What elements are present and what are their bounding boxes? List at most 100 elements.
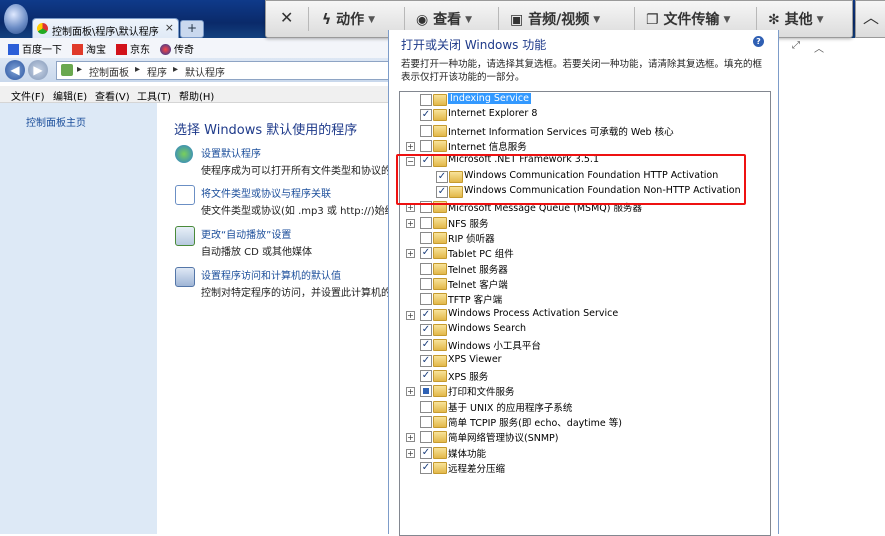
folder-icon bbox=[433, 94, 447, 106]
folder-icon bbox=[433, 262, 447, 275]
chevron-down-icon: ▼ bbox=[465, 15, 473, 25]
expand-icon[interactable]: + bbox=[406, 249, 415, 259]
menu-view[interactable]: 查看(V) bbox=[95, 88, 130, 103]
folder-icon bbox=[433, 216, 447, 229]
feature-checkbox[interactable] bbox=[420, 385, 432, 398]
chevron-up-icon[interactable]: ︿ bbox=[814, 40, 824, 55]
feature-label: XPS 服务 bbox=[448, 371, 489, 383]
dialog-title: 打开或关闭 Windows 功能 bbox=[401, 38, 547, 52]
feature-checkbox[interactable] bbox=[420, 216, 432, 229]
autoplay-settings-link[interactable]: 更改“自动播放”设置 bbox=[201, 226, 291, 241]
toolbar-actions-button[interactable]: ϟ 动作 ▼ bbox=[322, 9, 375, 29]
feature-checkbox[interactable] bbox=[420, 293, 432, 306]
folder-icon bbox=[433, 277, 447, 290]
feature-label: NFS 服务 bbox=[448, 218, 489, 230]
browser-logo-icon[interactable] bbox=[4, 4, 28, 34]
feature-checkbox[interactable]: ✓ bbox=[420, 247, 432, 260]
folder-icon bbox=[433, 369, 447, 382]
menu-help[interactable]: 帮助(H) bbox=[179, 88, 214, 103]
gear-icon: ✻ bbox=[768, 12, 785, 28]
feature-checkbox[interactable] bbox=[420, 124, 432, 137]
feature-label: XPS Viewer bbox=[448, 353, 502, 365]
feature-checkbox[interactable]: ✓ bbox=[420, 446, 432, 459]
chat-icon: ▣ bbox=[510, 12, 529, 28]
folder-icon bbox=[433, 354, 447, 367]
feature-label: 简单网络管理协议(SNMP) bbox=[448, 433, 559, 445]
expand-icon[interactable]: + bbox=[406, 448, 415, 458]
feature-checkbox[interactable] bbox=[420, 231, 432, 244]
set-default-programs-link[interactable]: 设置默认程序 bbox=[201, 145, 261, 160]
feature-label: Windows Process Activation Service bbox=[448, 307, 619, 319]
back-arrow-icon[interactable]: ◀ bbox=[5, 60, 25, 80]
feature-checkbox[interactable] bbox=[420, 415, 432, 428]
dialog-description: 若要打开一种功能，请选择其复选框。若要关闭一种功能，请清除其复选框。填充的框表示… bbox=[401, 59, 763, 83]
file-association-link[interactable]: 将文件类型或协议与程序关联 bbox=[201, 185, 331, 200]
feature-checkbox[interactable] bbox=[420, 139, 432, 152]
tab-close-icon[interactable]: × bbox=[165, 21, 174, 34]
toolbar-more-button[interactable]: ✻ 其他 ▼ bbox=[768, 9, 824, 29]
tab-title: 控制面板\程序\默认程序 bbox=[52, 27, 159, 38]
control-panel-home-link[interactable]: 控制面板主页 bbox=[26, 114, 86, 129]
folder-icon bbox=[433, 461, 447, 474]
breadcrumb-control-panel[interactable]: 控制面板 bbox=[89, 64, 129, 79]
expand-icon[interactable]: + bbox=[406, 387, 415, 397]
breadcrumb-programs[interactable]: 程序 bbox=[147, 64, 167, 79]
folder-icon bbox=[433, 139, 447, 152]
favorite-jd[interactable]: 京东 bbox=[116, 41, 150, 56]
feature-checkbox[interactable]: ✓ bbox=[420, 339, 432, 352]
feature-checkbox[interactable] bbox=[420, 262, 432, 275]
favorite-chuanqi[interactable]: 传奇 bbox=[160, 41, 194, 56]
menu-edit[interactable]: 编辑(E) bbox=[53, 88, 87, 103]
feature-label: Windows 小工具平台 bbox=[448, 341, 541, 353]
address-input[interactable]: ▸ 控制面板 ▸ 程序 ▸ 默认程序 bbox=[56, 61, 398, 80]
folder-icon bbox=[433, 109, 447, 122]
feature-label: 远程差分压缩 bbox=[448, 463, 506, 475]
feature-checkbox[interactable]: ✓ bbox=[420, 308, 432, 321]
feature-checkbox[interactable]: ✓ bbox=[420, 109, 432, 122]
chevron-down-icon: ▼ bbox=[593, 15, 601, 25]
program-access-desc: 控制对特定程序的访问，并设置此计算机的默认 bbox=[201, 288, 411, 299]
tab-favicon-icon bbox=[37, 23, 48, 34]
program-access-link[interactable]: 设置程序访问和计算机的默认值 bbox=[201, 267, 341, 282]
expand-icon[interactable]: + bbox=[406, 141, 415, 151]
breadcrumb-default-programs[interactable]: 默认程序 bbox=[185, 64, 225, 79]
toolbar-close-icon[interactable]: ✕ bbox=[280, 8, 293, 27]
paw-icon bbox=[8, 44, 19, 55]
feature-label: Windows Search bbox=[448, 322, 527, 334]
forward-arrow-icon[interactable]: ▶ bbox=[28, 60, 48, 80]
taobao-icon bbox=[72, 44, 83, 55]
eye-icon: ◉ bbox=[416, 12, 434, 28]
feature-checkbox[interactable] bbox=[420, 94, 432, 106]
feature-checkbox[interactable]: ✓ bbox=[420, 323, 432, 336]
folder-icon bbox=[433, 323, 447, 336]
copy-icon: ❐ bbox=[646, 12, 664, 28]
feature-label: Internet 信息服务 bbox=[448, 141, 527, 153]
feature-label: Internet Explorer 8 bbox=[448, 108, 538, 120]
menu-file[interactable]: 文件(F) bbox=[11, 88, 45, 103]
fullscreen-icon[interactable]: ⤢ bbox=[792, 40, 800, 51]
page-title: 选择 Windows 默认使用的程序 bbox=[174, 123, 358, 138]
expand-icon[interactable]: + bbox=[406, 310, 415, 320]
toolbar-view-button[interactable]: ◉ 查看 ▼ bbox=[416, 9, 472, 29]
favorite-baidu[interactable]: 百度一下 bbox=[8, 41, 62, 56]
folder-icon bbox=[433, 339, 447, 352]
browser-tab[interactable]: 控制面板\程序\默认程序 × bbox=[32, 18, 179, 39]
feature-checkbox[interactable] bbox=[420, 400, 432, 413]
feature-checkbox[interactable]: ✓ bbox=[420, 461, 432, 474]
help-icon[interactable]: ? bbox=[753, 36, 764, 47]
favorite-taobao[interactable]: 淘宝 bbox=[72, 41, 106, 56]
toolbar-file-transfer-button[interactable]: ❐ 文件传输 ▼ bbox=[646, 9, 730, 29]
toolbar-collapse-button[interactable]: ︿ bbox=[855, 0, 885, 38]
feature-checkbox[interactable]: ✓ bbox=[420, 354, 432, 367]
menu-tools[interactable]: 工具(T) bbox=[137, 88, 171, 103]
program-access-icon bbox=[175, 267, 195, 287]
feature-checkbox[interactable]: ✓ bbox=[420, 369, 432, 382]
folder-icon bbox=[433, 431, 447, 444]
feature-checkbox[interactable] bbox=[420, 431, 432, 444]
set-default-programs-desc: 使程序成为可以打开所有文件类型和协议的默认 bbox=[201, 166, 411, 177]
feature-checkbox[interactable] bbox=[420, 277, 432, 290]
expand-icon[interactable]: + bbox=[406, 218, 415, 228]
toolbar-audio-video-button[interactable]: ▣ 音频/视频 ▼ bbox=[510, 9, 600, 29]
new-tab-button[interactable]: + bbox=[180, 20, 204, 38]
expand-icon[interactable]: + bbox=[406, 433, 415, 443]
